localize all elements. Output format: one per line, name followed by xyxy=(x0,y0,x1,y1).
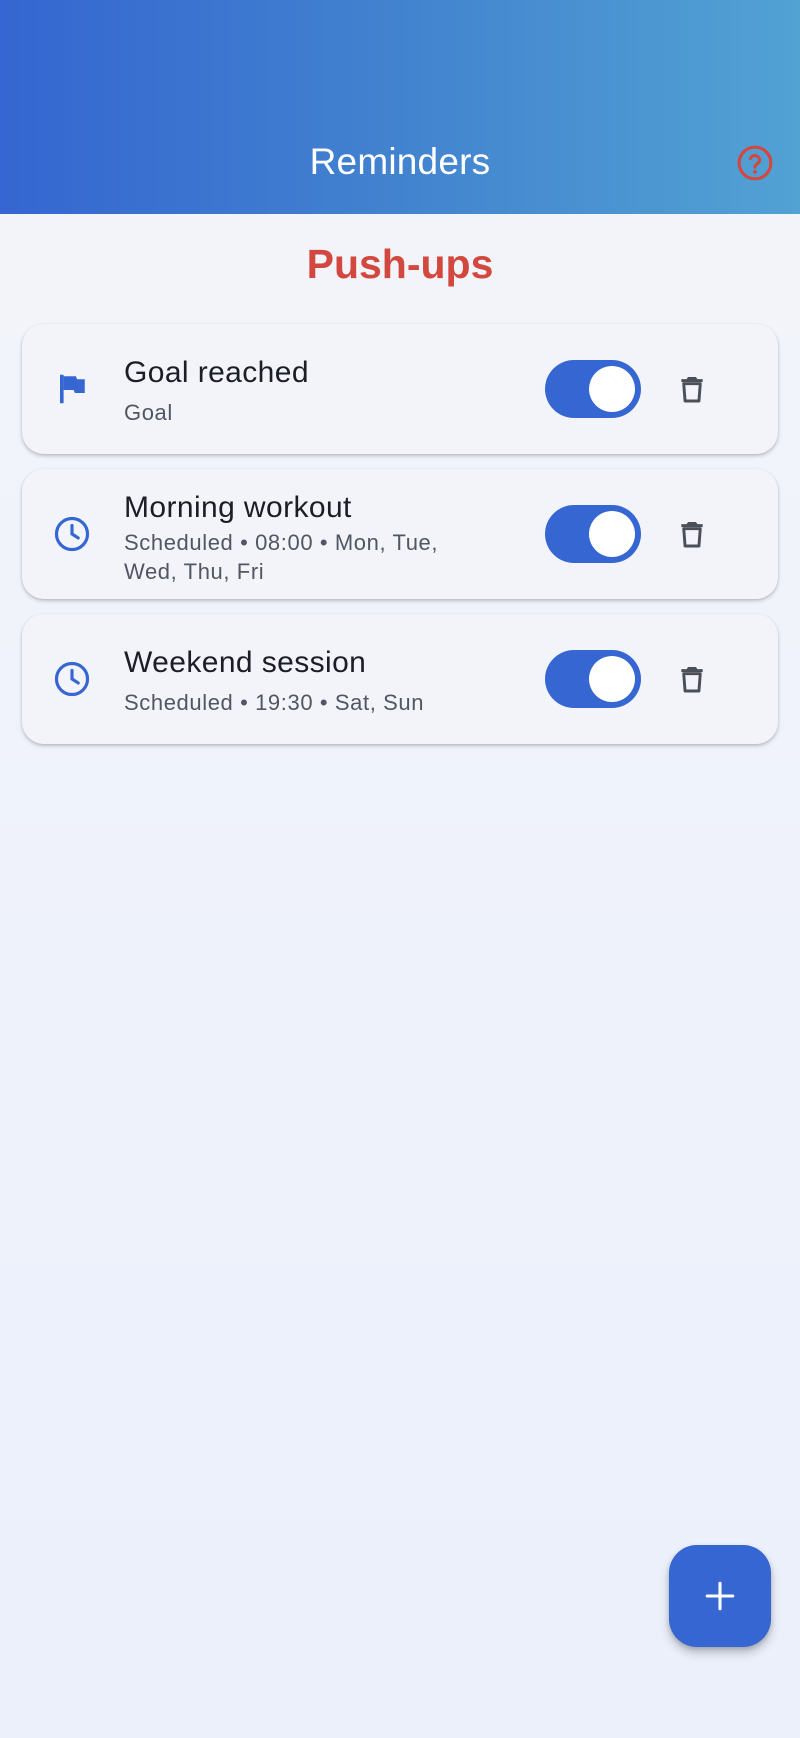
app-bar-title: Reminders xyxy=(309,141,491,182)
reminder-subtitle: Goal xyxy=(124,400,173,425)
reminder-title: Weekend session xyxy=(124,646,367,679)
reminder-type-icon xyxy=(52,369,92,409)
reminder-type-icon xyxy=(52,659,92,699)
clock-icon xyxy=(54,661,90,697)
reminder-card-morning-workout[interactable]: Morning workout Scheduled • 08:00 • Mon,… xyxy=(22,469,778,599)
reminder-title: Goal reached xyxy=(124,356,309,389)
reminder-card-goal-reached[interactable]: Goal reached Goal xyxy=(22,324,778,454)
delete-reminder-button[interactable] xyxy=(674,371,710,407)
clock-icon xyxy=(54,516,90,552)
app-bar: Reminders xyxy=(0,0,800,214)
toggle-knob xyxy=(589,511,635,557)
add-reminder-button[interactable] xyxy=(669,1545,771,1647)
reminder-type-icon xyxy=(52,514,92,554)
exercise-title: Push-ups xyxy=(306,241,494,287)
reminder-enabled-toggle[interactable] xyxy=(545,505,641,563)
help-button[interactable] xyxy=(736,144,774,182)
delete-reminder-button[interactable] xyxy=(674,516,710,552)
flag-icon xyxy=(60,374,85,404)
reminder-enabled-toggle[interactable] xyxy=(545,360,641,418)
plus-icon xyxy=(705,1581,735,1611)
toggle-knob xyxy=(589,366,635,412)
reminder-enabled-toggle[interactable] xyxy=(545,650,641,708)
reminder-subtitle: Scheduled • 08:00 • Mon, Tue, Wed, Thu, … xyxy=(124,530,439,584)
delete-reminder-button[interactable] xyxy=(674,661,710,697)
trash-icon xyxy=(681,667,703,693)
trash-icon xyxy=(681,377,703,403)
reminder-subtitle: Scheduled • 19:30 • Sat, Sun xyxy=(124,690,425,715)
trash-icon xyxy=(681,522,703,548)
reminder-card-weekend-session[interactable]: Weekend session Scheduled • 19:30 • Sat,… xyxy=(22,614,778,744)
help-circle-icon xyxy=(737,145,773,181)
reminder-title: Morning workout xyxy=(124,491,352,524)
toggle-knob xyxy=(589,656,635,702)
